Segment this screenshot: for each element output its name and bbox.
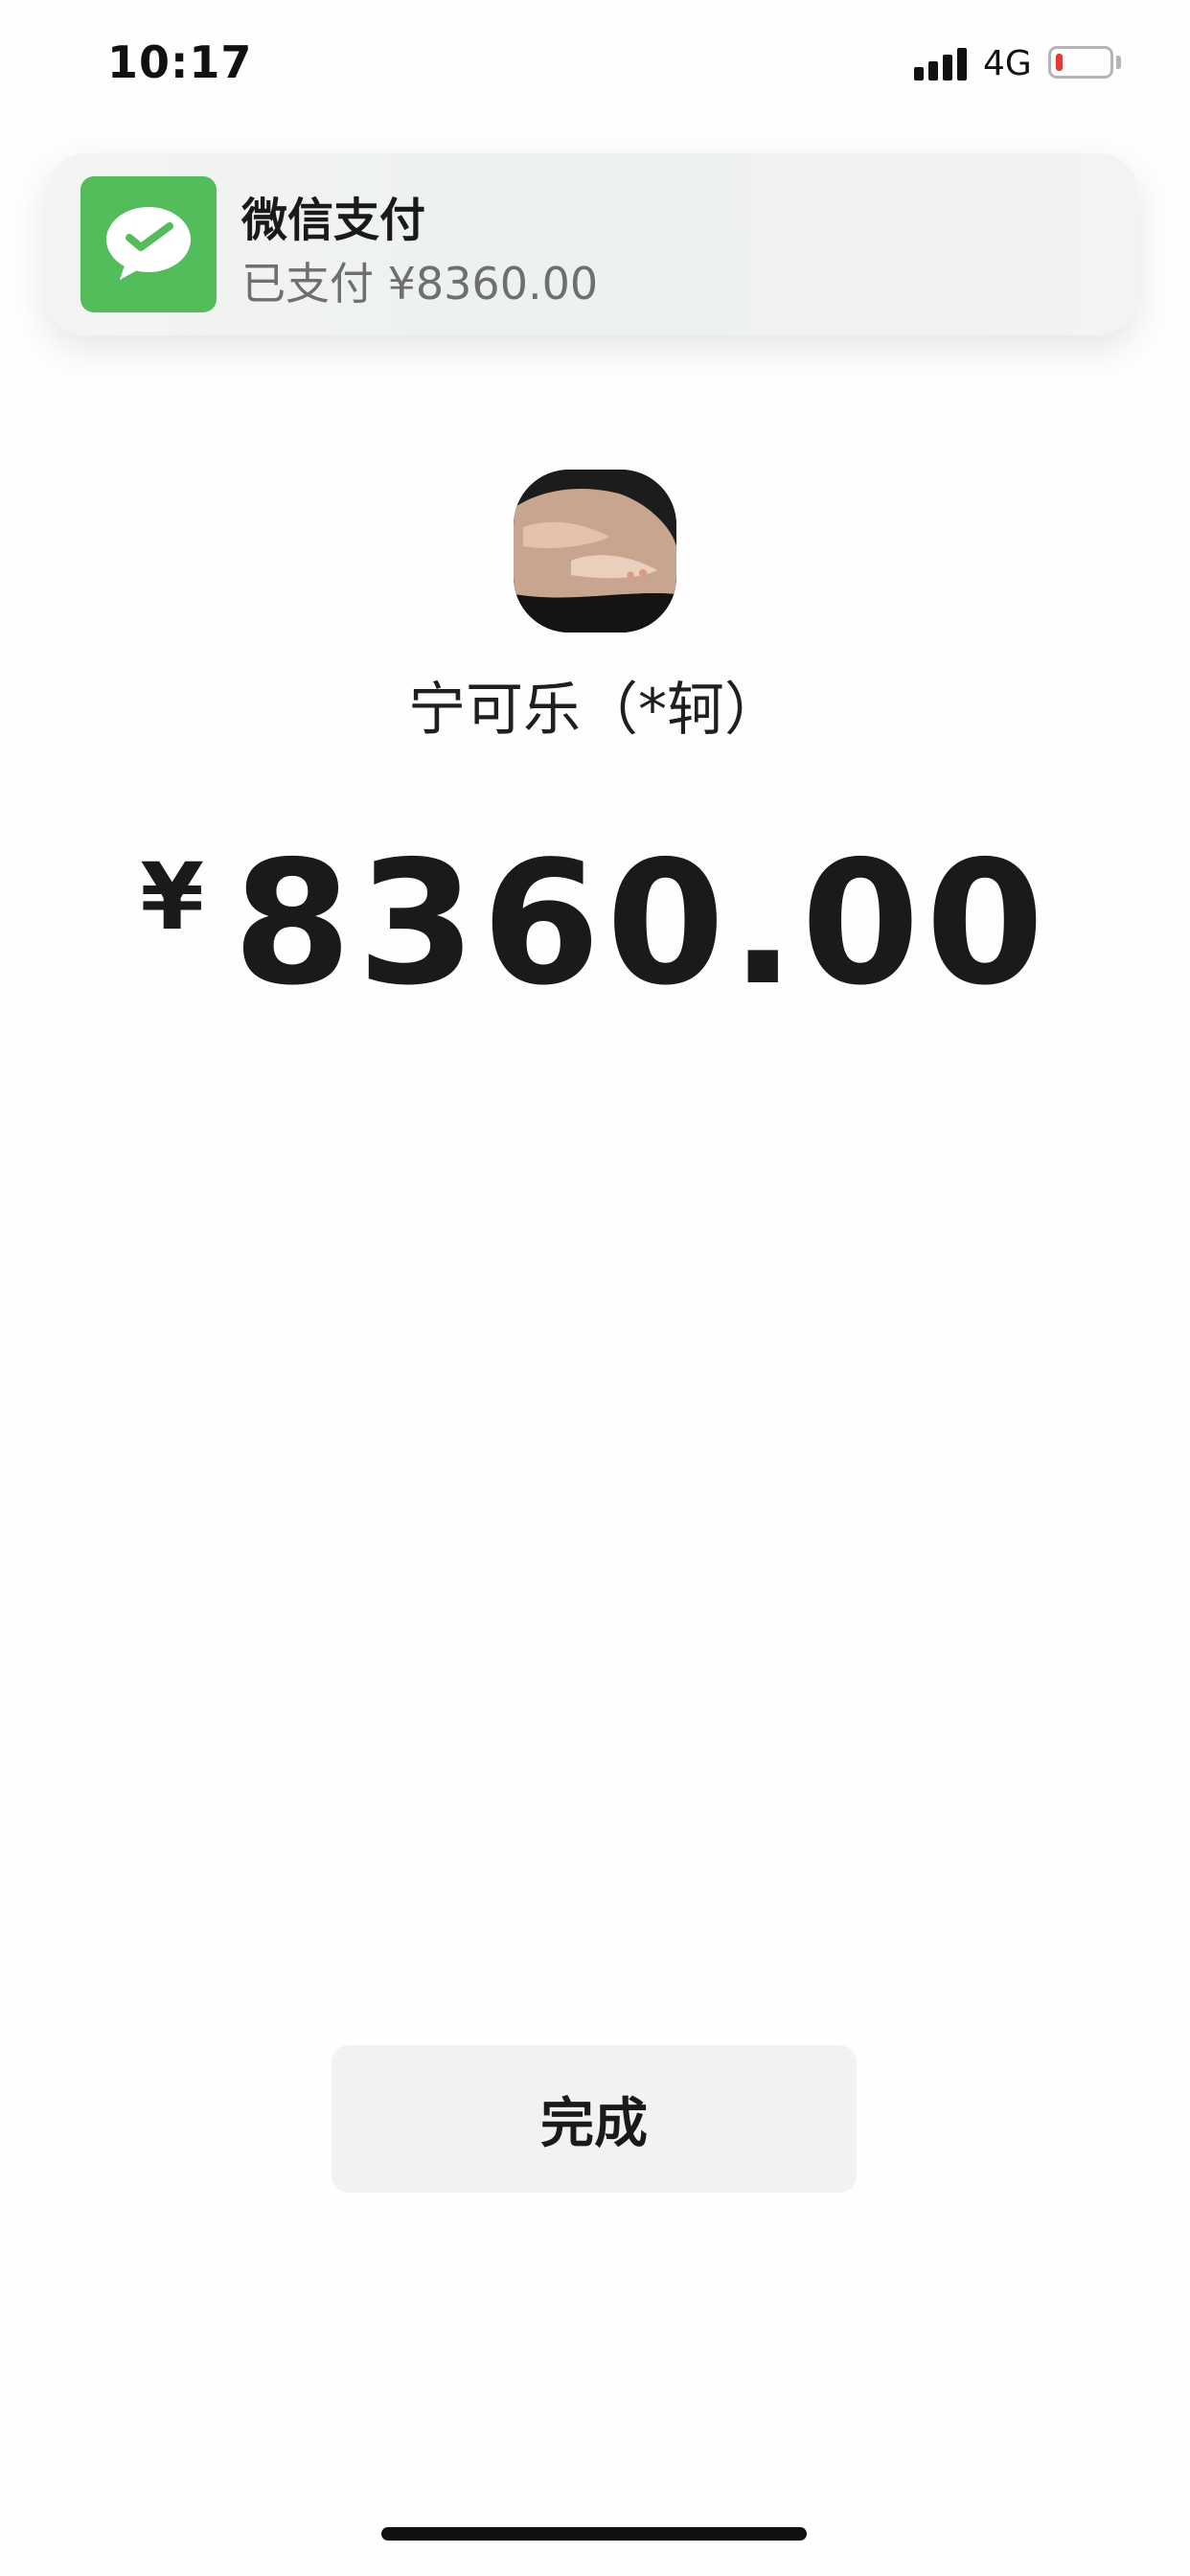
- amount-value: 8360.00: [233, 824, 1050, 1023]
- notification-title: 微信支付: [241, 194, 426, 247]
- payment-notification[interactable]: 微信支付 已支付 ¥8360.00: [46, 153, 1138, 335]
- battery-tip: [1116, 56, 1121, 69]
- avatar-photo: [514, 470, 676, 632]
- cellular-signal-icon: [914, 46, 968, 80]
- status-time: 10:17: [107, 36, 253, 88]
- payee-avatar: [514, 470, 676, 632]
- payment-amount: ¥8360.00: [0, 824, 1190, 1023]
- done-button[interactable]: 完成: [332, 2045, 857, 2193]
- status-bar: 10:17 4G: [0, 0, 1190, 125]
- wechat-pay-icon: [80, 176, 217, 312]
- notification-body: 已支付 ¥8360.00: [241, 258, 599, 310]
- payee-name: 宁可乐（*轲）: [408, 677, 782, 744]
- home-indicator[interactable]: [381, 2527, 807, 2541]
- battery-icon: [1048, 46, 1113, 79]
- currency-symbol: ¥: [140, 843, 205, 951]
- network-type: 4G: [983, 44, 1032, 83]
- chat-bubble-check-icon: [106, 207, 191, 280]
- battery-level-fill: [1056, 54, 1063, 71]
